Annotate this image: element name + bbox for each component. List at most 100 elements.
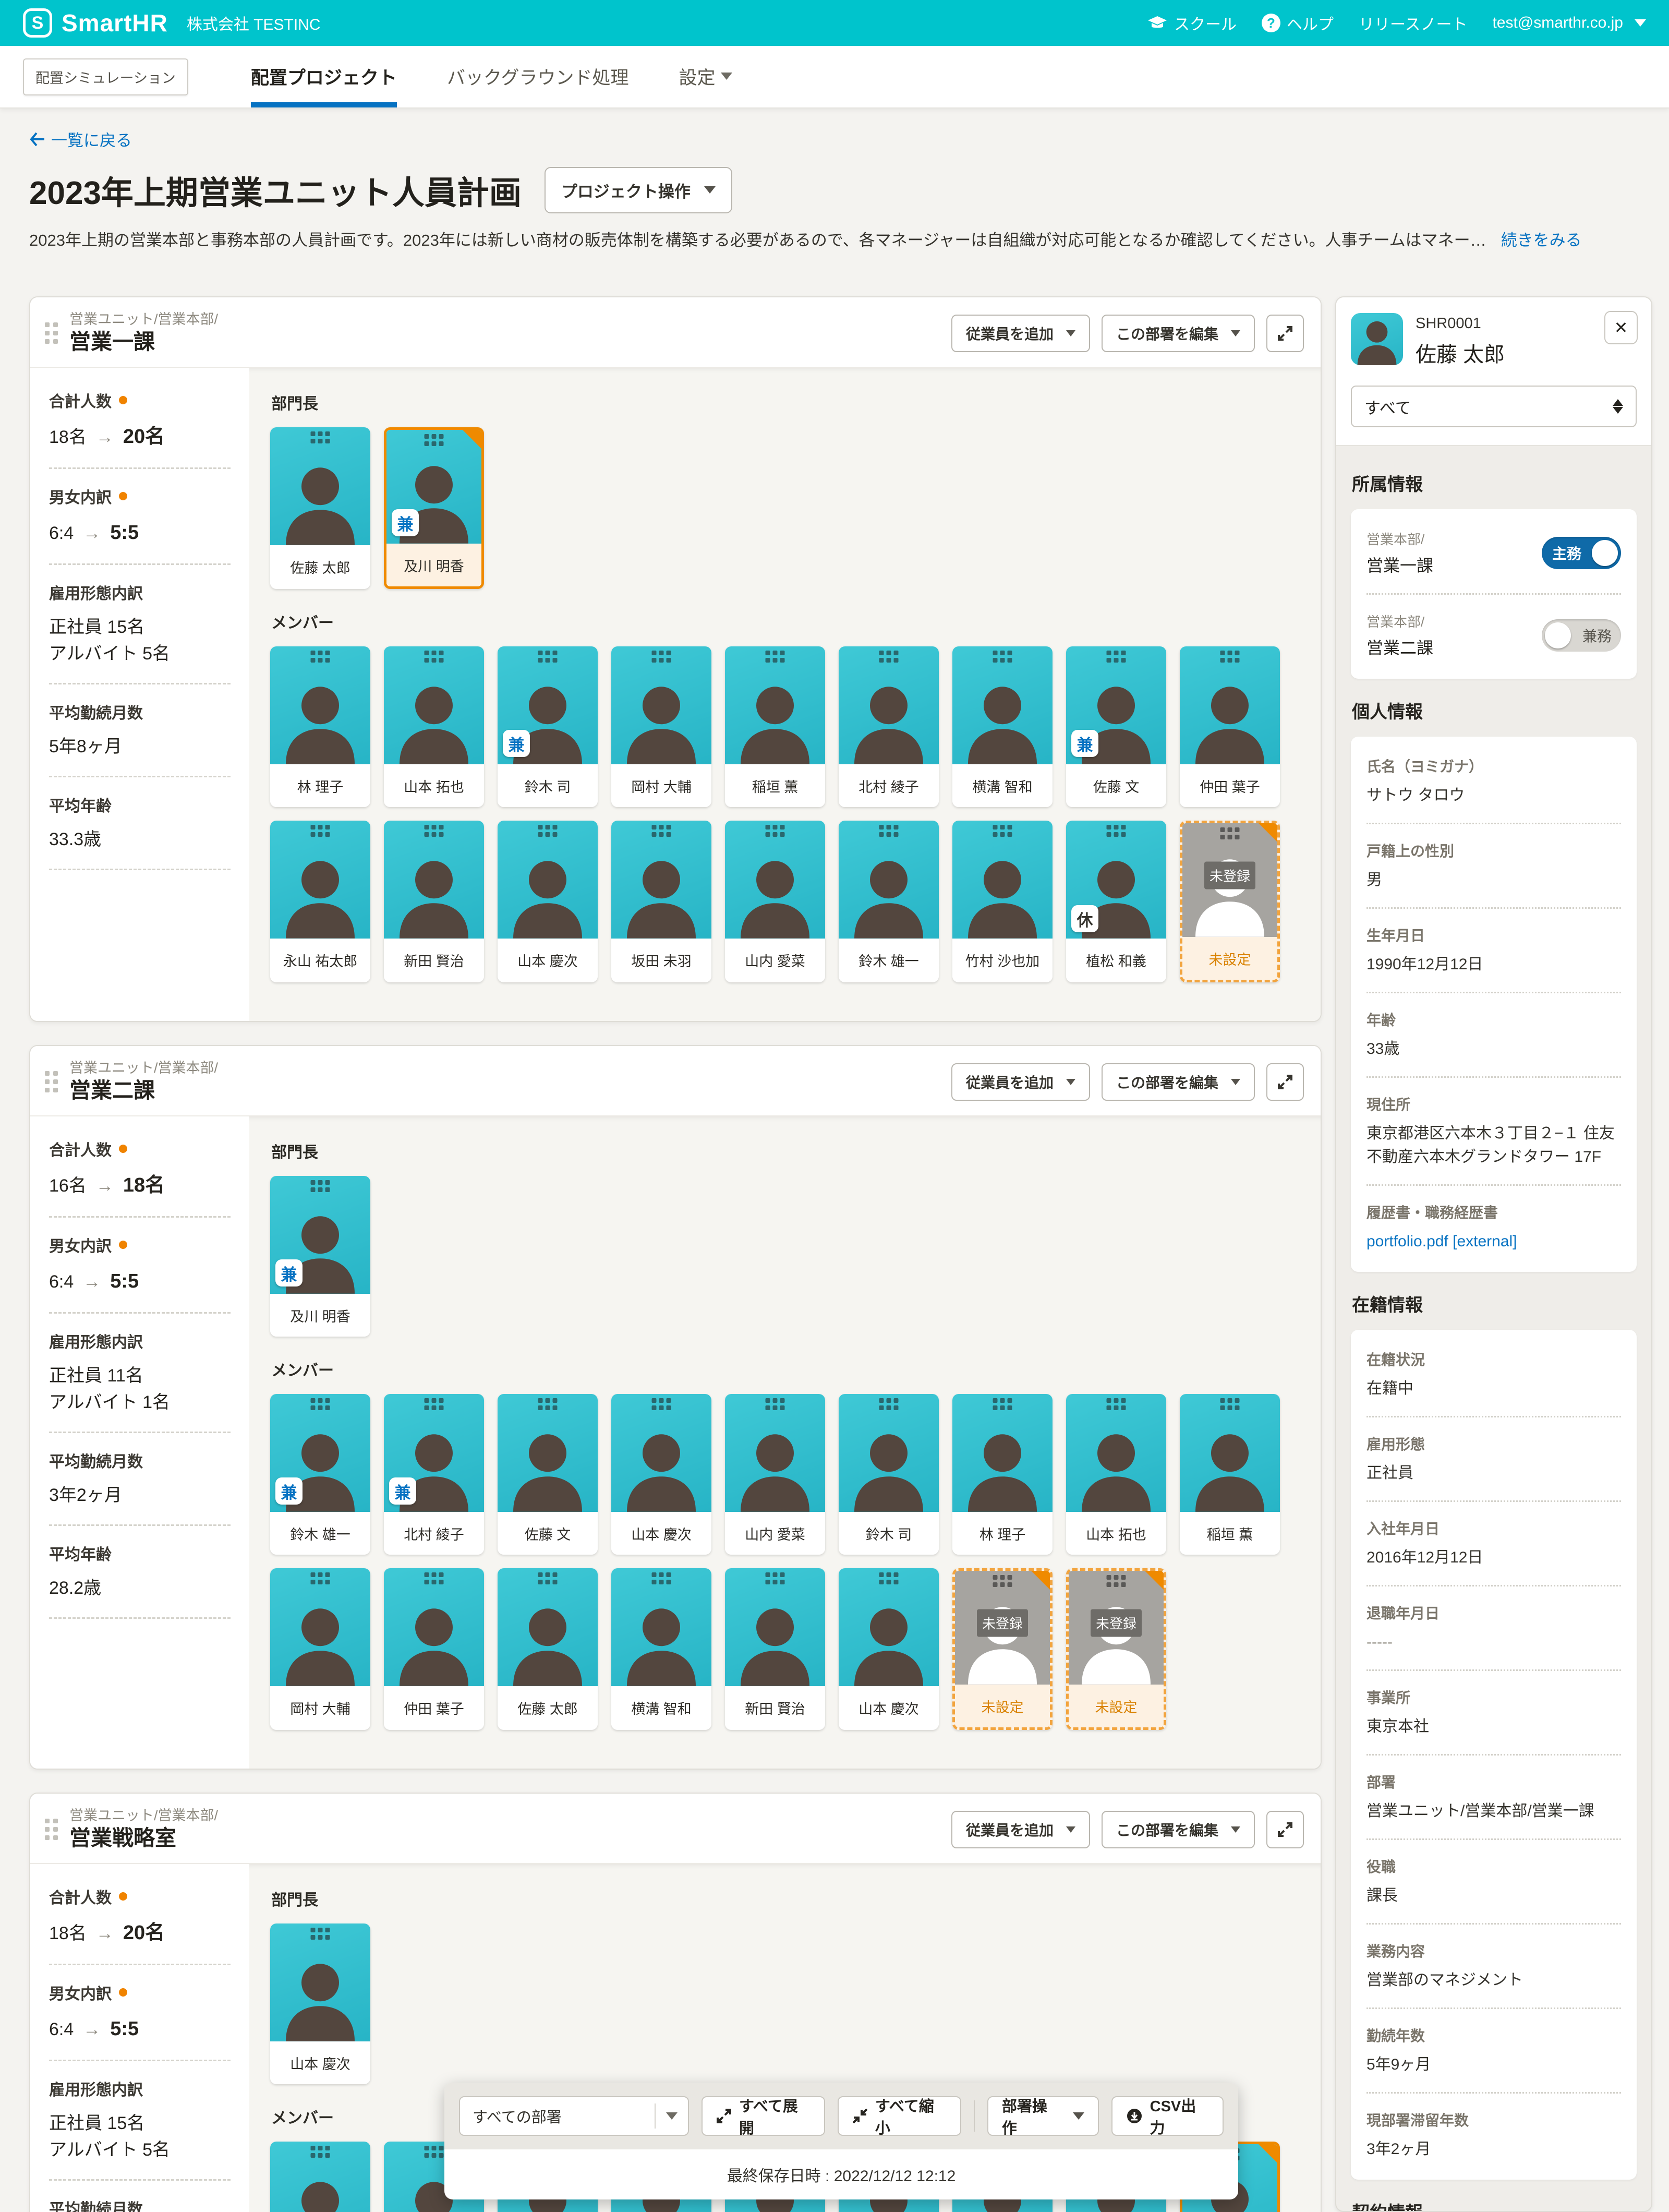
employee-card[interactable]: 横溝 智和	[611, 1568, 711, 1730]
drag-handle-icon[interactable]	[652, 651, 671, 663]
drag-handle-icon[interactable]	[1107, 1575, 1126, 1587]
employee-card[interactable]: 仲田 葉子	[384, 1568, 484, 1730]
employee-card[interactable]: 林 理子	[952, 1394, 1053, 1555]
drag-handle-icon[interactable]	[311, 431, 330, 443]
employee-card[interactable]: 休 植松 和義	[1066, 821, 1166, 982]
employee-card[interactable]: 鈴木 雄一	[839, 821, 939, 982]
drag-handle-icon[interactable]	[311, 1180, 330, 1192]
employee-card[interactable]: 仲田 葉子	[1180, 646, 1280, 807]
expand-department-button[interactable]	[1266, 1063, 1304, 1101]
employee-card[interactable]: 岡村 大輔	[270, 1568, 370, 1730]
school-link[interactable]: スクール	[1147, 11, 1237, 34]
collapse-all-button[interactable]: すべて縮小	[838, 2096, 961, 2136]
tab-placement-projects[interactable]: 配置プロジェクト	[251, 46, 397, 107]
drag-handle-icon[interactable]	[425, 434, 444, 446]
edit-department-button[interactable]: この部署を編集	[1102, 315, 1255, 352]
employee-card[interactable]: 未登録 未設定	[1180, 821, 1280, 982]
close-panel-button[interactable]: ✕	[1604, 311, 1638, 344]
employee-card[interactable]: 未登録 未設定	[952, 1568, 1053, 1730]
drag-handle-icon[interactable]	[425, 1572, 444, 1584]
employee-card[interactable]: 佐藤 太郎	[498, 1568, 598, 1730]
drag-handle-icon[interactable]	[311, 1572, 330, 1584]
drag-handle-icon[interactable]	[311, 825, 330, 837]
employee-card[interactable]: 佐藤 太郎	[270, 427, 370, 589]
employee-card[interactable]: 鈴木 司	[839, 1394, 939, 1555]
drag-handle-icon[interactable]	[1220, 827, 1240, 839]
add-employee-button[interactable]: 従業員を追加	[951, 315, 1090, 352]
employee-card[interactable]: 兼 鈴木 司	[498, 646, 598, 807]
department-operations-button[interactable]: 部署操作	[987, 2096, 1099, 2136]
drag-handle-icon[interactable]	[652, 1398, 671, 1410]
account-menu[interactable]: test@smarthr.co.jp	[1492, 14, 1646, 32]
employee-card[interactable]: 稲垣 薫	[1180, 1394, 1280, 1555]
drag-handle-icon[interactable]	[45, 1071, 58, 1092]
employee-card[interactable]: 未登録 未設定	[1066, 1568, 1166, 1730]
drag-handle-icon[interactable]	[311, 651, 330, 663]
employee-card[interactable]: 北村 綾子	[839, 646, 939, 807]
drag-handle-icon[interactable]	[45, 322, 58, 344]
drag-handle-icon[interactable]	[993, 825, 1012, 837]
employee-card[interactable]: 山本 拓也	[384, 646, 484, 807]
employee-card[interactable]: 山内 愛菜	[725, 821, 825, 982]
tab-background-jobs[interactable]: バックグラウンド処理	[447, 46, 629, 107]
drag-handle-icon[interactable]	[766, 1572, 785, 1584]
add-employee-button[interactable]: 従業員を追加	[951, 1811, 1090, 1848]
employee-card[interactable]: 林 理子	[270, 646, 370, 807]
drag-handle-icon[interactable]	[1107, 825, 1126, 837]
drag-handle-icon[interactable]	[45, 1819, 58, 1840]
drag-handle-icon[interactable]	[993, 1398, 1012, 1410]
drag-handle-icon[interactable]	[1107, 1398, 1126, 1410]
employee-card[interactable]: 兼 鈴木 雄一	[270, 1394, 370, 1555]
employee-card[interactable]: 新田 賢治	[384, 821, 484, 982]
add-employee-button[interactable]: 従業員を追加	[951, 1063, 1090, 1101]
employee-card[interactable]: 林 理子	[270, 2142, 370, 2212]
affiliation-toggle[interactable]: 主務	[1542, 537, 1621, 569]
employee-card[interactable]: 兼 及川 明香	[270, 1176, 370, 1337]
info-filter-select[interactable]: すべて	[1351, 386, 1637, 427]
see-more-link[interactable]: 続きをみる	[1501, 227, 1582, 250]
drag-handle-icon[interactable]	[311, 1398, 330, 1410]
edit-department-button[interactable]: この部署を編集	[1102, 1063, 1255, 1101]
drag-handle-icon[interactable]	[538, 825, 558, 837]
drag-handle-icon[interactable]	[1220, 651, 1240, 663]
drag-handle-icon[interactable]	[538, 651, 558, 663]
project-actions-button[interactable]: プロジェクト操作	[545, 167, 732, 213]
drag-handle-icon[interactable]	[425, 1398, 444, 1410]
drag-handle-icon[interactable]	[766, 825, 785, 837]
employee-card[interactable]: 山内 愛菜	[725, 1394, 825, 1555]
drag-handle-icon[interactable]	[311, 1928, 330, 1940]
drag-handle-icon[interactable]	[425, 2146, 444, 2158]
drag-handle-icon[interactable]	[1220, 1398, 1240, 1410]
employee-card[interactable]: 新田 賢治	[725, 1568, 825, 1730]
employee-card[interactable]: 山本 拓也	[1066, 1394, 1166, 1555]
expand-all-button[interactable]: すべて展開	[702, 2096, 825, 2136]
help-link[interactable]: ? ヘルプ	[1262, 11, 1334, 34]
drag-handle-icon[interactable]	[993, 1575, 1012, 1587]
drag-handle-icon[interactable]	[538, 1398, 558, 1410]
drag-handle-icon[interactable]	[879, 1398, 899, 1410]
drag-handle-icon[interactable]	[1107, 651, 1126, 663]
back-to-list-link[interactable]: 一覧に戻る	[29, 127, 132, 151]
employee-card[interactable]: 坂田 未羽	[611, 821, 711, 982]
employee-card[interactable]: 山本 慶次	[611, 1394, 711, 1555]
employee-card[interactable]: 永山 祐太郎	[270, 821, 370, 982]
employee-card[interactable]: 山本 慶次	[498, 821, 598, 982]
drag-handle-icon[interactable]	[652, 825, 671, 837]
drag-handle-icon[interactable]	[538, 1572, 558, 1584]
tab-settings[interactable]: 設定	[679, 46, 732, 107]
release-notes-link[interactable]: リリースノート	[1359, 11, 1468, 34]
csv-export-button[interactable]: CSV出力	[1111, 2096, 1224, 2136]
expand-department-button[interactable]	[1266, 1811, 1304, 1848]
employee-card[interactable]: 竹村 沙也加	[952, 821, 1053, 982]
drag-handle-icon[interactable]	[993, 651, 1012, 663]
employee-card[interactable]: 兼 及川 明香	[384, 427, 484, 589]
smarthr-logo[interactable]: S SmartHR	[23, 8, 168, 38]
affiliation-toggle[interactable]: 兼務	[1542, 619, 1621, 652]
employee-card[interactable]: 岡村 大輔	[611, 646, 711, 807]
employee-card[interactable]: 横溝 智和	[952, 646, 1053, 807]
drag-handle-icon[interactable]	[652, 1572, 671, 1584]
employee-card[interactable]: 佐藤 文	[498, 1394, 598, 1555]
drag-handle-icon[interactable]	[425, 825, 444, 837]
edit-department-button[interactable]: この部署を編集	[1102, 1811, 1255, 1848]
employee-card[interactable]: 山本 慶次	[270, 1924, 370, 2084]
